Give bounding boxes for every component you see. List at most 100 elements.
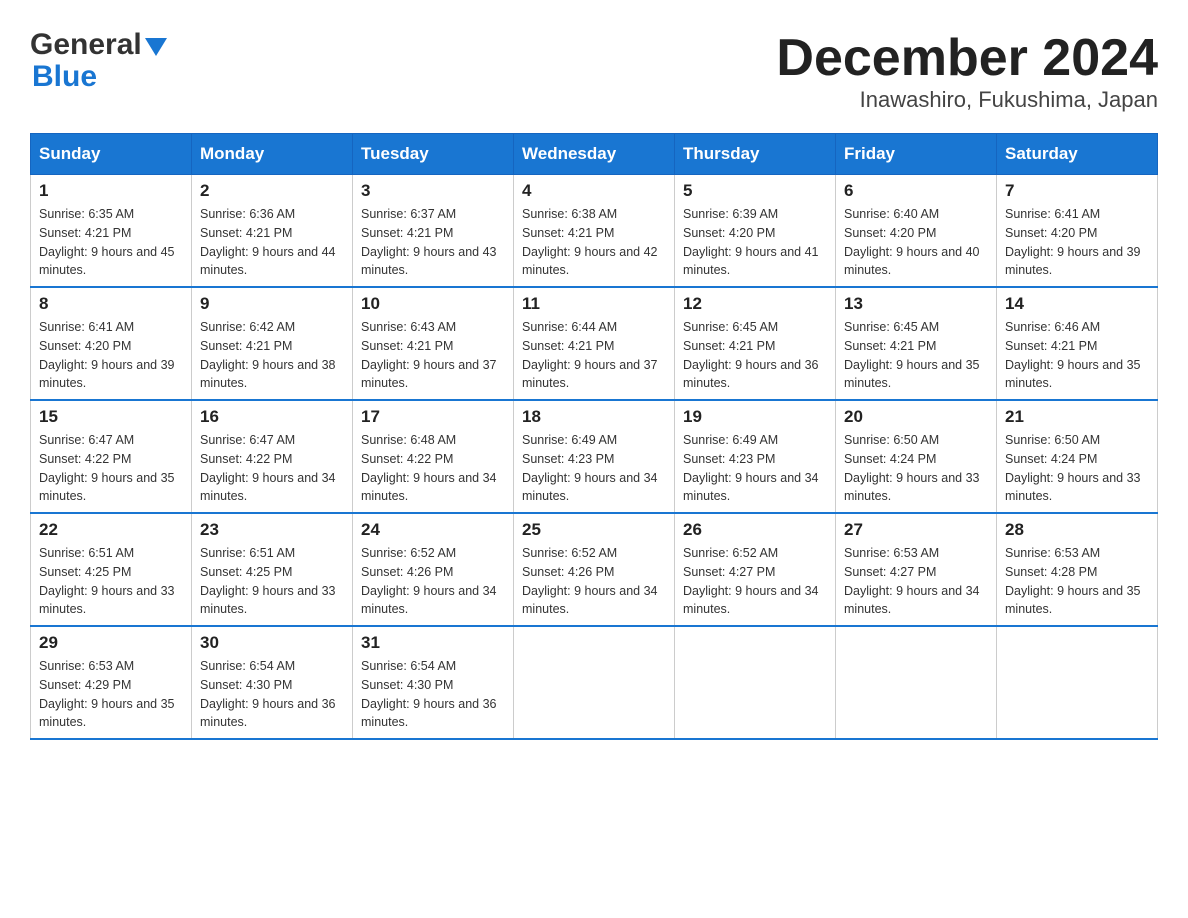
title-block: December 2024 Inawashiro, Fukushima, Jap… xyxy=(776,30,1158,113)
day-info: Sunrise: 6:52 AMSunset: 4:26 PMDaylight:… xyxy=(361,544,505,619)
day-info: Sunrise: 6:41 AMSunset: 4:20 PMDaylight:… xyxy=(1005,205,1149,280)
page-header: General Blue December 2024 Inawashiro, F… xyxy=(30,30,1158,113)
calendar-cell[interactable]: 8 Sunrise: 6:41 AMSunset: 4:20 PMDaylight… xyxy=(31,287,192,400)
calendar-cell[interactable]: 6 Sunrise: 6:40 AMSunset: 4:20 PMDaylight… xyxy=(836,175,997,288)
week-row-4: 22 Sunrise: 6:51 AMSunset: 4:25 PMDayligh… xyxy=(31,513,1158,626)
day-number: 29 xyxy=(39,633,183,653)
calendar-cell[interactable]: 29Sunrise: 6:53 AMSunset: 4:29 PMDayligh… xyxy=(31,626,192,739)
day-info: Sunrise: 6:47 AMSunset: 4:22 PMDaylight:… xyxy=(39,431,183,506)
col-thursday: Thursday xyxy=(675,134,836,175)
day-number: 20 xyxy=(844,407,988,427)
day-info: Sunrise: 6:50 AMSunset: 4:24 PMDaylight:… xyxy=(1005,431,1149,506)
col-wednesday: Wednesday xyxy=(514,134,675,175)
calendar-cell[interactable]: 18 Sunrise: 6:49 AMSunset: 4:23 PMDayligh… xyxy=(514,400,675,513)
calendar-cell[interactable]: 22 Sunrise: 6:51 AMSunset: 4:25 PMDayligh… xyxy=(31,513,192,626)
calendar-cell[interactable]: 5 Sunrise: 6:39 AMSunset: 4:20 PMDaylight… xyxy=(675,175,836,288)
day-number: 19 xyxy=(683,407,827,427)
day-info: Sunrise: 6:35 AMSunset: 4:21 PMDaylight:… xyxy=(39,205,183,280)
logo: General Blue xyxy=(30,30,167,94)
calendar-cell[interactable] xyxy=(836,626,997,739)
calendar-cell[interactable]: 9 Sunrise: 6:42 AMSunset: 4:21 PMDaylight… xyxy=(192,287,353,400)
day-info: Sunrise: 6:51 AMSunset: 4:25 PMDaylight:… xyxy=(39,544,183,619)
day-number: 1 xyxy=(39,181,183,201)
calendar-table: Sunday Monday Tuesday Wednesday Thursday… xyxy=(30,133,1158,740)
calendar-cell[interactable]: 10Sunrise: 6:43 AMSunset: 4:21 PMDayligh… xyxy=(353,287,514,400)
calendar-cell[interactable]: 16 Sunrise: 6:47 AMSunset: 4:22 PMDayligh… xyxy=(192,400,353,513)
calendar-cell[interactable]: 2 Sunrise: 6:36 AMSunset: 4:21 PMDaylight… xyxy=(192,175,353,288)
day-number: 21 xyxy=(1005,407,1149,427)
day-info: Sunrise: 6:53 AMSunset: 4:28 PMDaylight:… xyxy=(1005,544,1149,619)
day-info: Sunrise: 6:52 AMSunset: 4:27 PMDaylight:… xyxy=(683,544,827,619)
calendar-cell[interactable]: 24 Sunrise: 6:52 AMSunset: 4:26 PMDayligh… xyxy=(353,513,514,626)
calendar-cell[interactable]: 20 Sunrise: 6:50 AMSunset: 4:24 PMDayligh… xyxy=(836,400,997,513)
day-number: 25 xyxy=(522,520,666,540)
calendar-cell[interactable]: 11Sunrise: 6:44 AMSunset: 4:21 PMDayligh… xyxy=(514,287,675,400)
logo-blue-text: Blue xyxy=(32,60,97,93)
calendar-cell[interactable]: 31Sunrise: 6:54 AMSunset: 4:30 PMDayligh… xyxy=(353,626,514,739)
calendar-cell[interactable]: 19 Sunrise: 6:49 AMSunset: 4:23 PMDayligh… xyxy=(675,400,836,513)
day-info: Sunrise: 6:42 AMSunset: 4:21 PMDaylight:… xyxy=(200,318,344,393)
calendar-cell[interactable]: 21 Sunrise: 6:50 AMSunset: 4:24 PMDayligh… xyxy=(997,400,1158,513)
day-number: 16 xyxy=(200,407,344,427)
day-number: 14 xyxy=(1005,294,1149,314)
day-number: 28 xyxy=(1005,520,1149,540)
day-number: 5 xyxy=(683,181,827,201)
day-number: 22 xyxy=(39,520,183,540)
week-row-1: 1 Sunrise: 6:35 AMSunset: 4:21 PMDaylight… xyxy=(31,175,1158,288)
calendar-cell[interactable]: 17Sunrise: 6:48 AMSunset: 4:22 PMDayligh… xyxy=(353,400,514,513)
week-row-5: 29Sunrise: 6:53 AMSunset: 4:29 PMDayligh… xyxy=(31,626,1158,739)
day-number: 2 xyxy=(200,181,344,201)
day-info: Sunrise: 6:53 AMSunset: 4:27 PMDaylight:… xyxy=(844,544,988,619)
day-number: 18 xyxy=(522,407,666,427)
calendar-cell[interactable]: 25Sunrise: 6:52 AMSunset: 4:26 PMDayligh… xyxy=(514,513,675,626)
day-info: Sunrise: 6:45 AMSunset: 4:21 PMDaylight:… xyxy=(844,318,988,393)
calendar-cell[interactable] xyxy=(514,626,675,739)
month-year-title: December 2024 xyxy=(776,30,1158,87)
calendar-cell[interactable]: 27Sunrise: 6:53 AMSunset: 4:27 PMDayligh… xyxy=(836,513,997,626)
day-number: 6 xyxy=(844,181,988,201)
day-info: Sunrise: 6:46 AMSunset: 4:21 PMDaylight:… xyxy=(1005,318,1149,393)
calendar-cell[interactable]: 28 Sunrise: 6:53 AMSunset: 4:28 PMDayligh… xyxy=(997,513,1158,626)
calendar-cell[interactable]: 1 Sunrise: 6:35 AMSunset: 4:21 PMDaylight… xyxy=(31,175,192,288)
day-number: 8 xyxy=(39,294,183,314)
col-friday: Friday xyxy=(836,134,997,175)
day-number: 9 xyxy=(200,294,344,314)
day-info: Sunrise: 6:45 AMSunset: 4:21 PMDaylight:… xyxy=(683,318,827,393)
col-monday: Monday xyxy=(192,134,353,175)
day-info: Sunrise: 6:51 AMSunset: 4:25 PMDaylight:… xyxy=(200,544,344,619)
day-number: 23 xyxy=(200,520,344,540)
day-info: Sunrise: 6:54 AMSunset: 4:30 PMDaylight:… xyxy=(200,657,344,732)
calendar-cell[interactable]: 30Sunrise: 6:54 AMSunset: 4:30 PMDayligh… xyxy=(192,626,353,739)
calendar-cell[interactable]: 26Sunrise: 6:52 AMSunset: 4:27 PMDayligh… xyxy=(675,513,836,626)
day-number: 24 xyxy=(361,520,505,540)
week-row-2: 8 Sunrise: 6:41 AMSunset: 4:20 PMDaylight… xyxy=(31,287,1158,400)
calendar-cell[interactable]: 13Sunrise: 6:45 AMSunset: 4:21 PMDayligh… xyxy=(836,287,997,400)
day-info: Sunrise: 6:54 AMSunset: 4:30 PMDaylight:… xyxy=(361,657,505,732)
day-number: 11 xyxy=(522,294,666,314)
day-info: Sunrise: 6:47 AMSunset: 4:22 PMDaylight:… xyxy=(200,431,344,506)
day-info: Sunrise: 6:49 AMSunset: 4:23 PMDaylight:… xyxy=(683,431,827,506)
calendar-cell[interactable] xyxy=(675,626,836,739)
col-saturday: Saturday xyxy=(997,134,1158,175)
calendar-cell[interactable]: 14 Sunrise: 6:46 AMSunset: 4:21 PMDayligh… xyxy=(997,287,1158,400)
day-info: Sunrise: 6:50 AMSunset: 4:24 PMDaylight:… xyxy=(844,431,988,506)
day-info: Sunrise: 6:49 AMSunset: 4:23 PMDaylight:… xyxy=(522,431,666,506)
header-row: Sunday Monday Tuesday Wednesday Thursday… xyxy=(31,134,1158,175)
week-row-3: 15Sunrise: 6:47 AMSunset: 4:22 PMDayligh… xyxy=(31,400,1158,513)
calendar-cell[interactable]: 7Sunrise: 6:41 AMSunset: 4:20 PMDaylight… xyxy=(997,175,1158,288)
day-info: Sunrise: 6:38 AMSunset: 4:21 PMDaylight:… xyxy=(522,205,666,280)
calendar-cell[interactable]: 12 Sunrise: 6:45 AMSunset: 4:21 PMDayligh… xyxy=(675,287,836,400)
day-info: Sunrise: 6:36 AMSunset: 4:21 PMDaylight:… xyxy=(200,205,344,280)
col-tuesday: Tuesday xyxy=(353,134,514,175)
day-info: Sunrise: 6:40 AMSunset: 4:20 PMDaylight:… xyxy=(844,205,988,280)
calendar-cell[interactable]: 23 Sunrise: 6:51 AMSunset: 4:25 PMDayligh… xyxy=(192,513,353,626)
day-info: Sunrise: 6:41 AMSunset: 4:20 PMDaylight:… xyxy=(39,318,183,393)
calendar-cell[interactable]: 15Sunrise: 6:47 AMSunset: 4:22 PMDayligh… xyxy=(31,400,192,513)
day-number: 12 xyxy=(683,294,827,314)
day-number: 17 xyxy=(361,407,505,427)
calendar-cell[interactable] xyxy=(997,626,1158,739)
logo-general-text: General xyxy=(30,30,142,60)
calendar-cell[interactable]: 3Sunrise: 6:37 AMSunset: 4:21 PMDaylight… xyxy=(353,175,514,288)
calendar-cell[interactable]: 4Sunrise: 6:38 AMSunset: 4:21 PMDaylight… xyxy=(514,175,675,288)
day-info: Sunrise: 6:39 AMSunset: 4:20 PMDaylight:… xyxy=(683,205,827,280)
